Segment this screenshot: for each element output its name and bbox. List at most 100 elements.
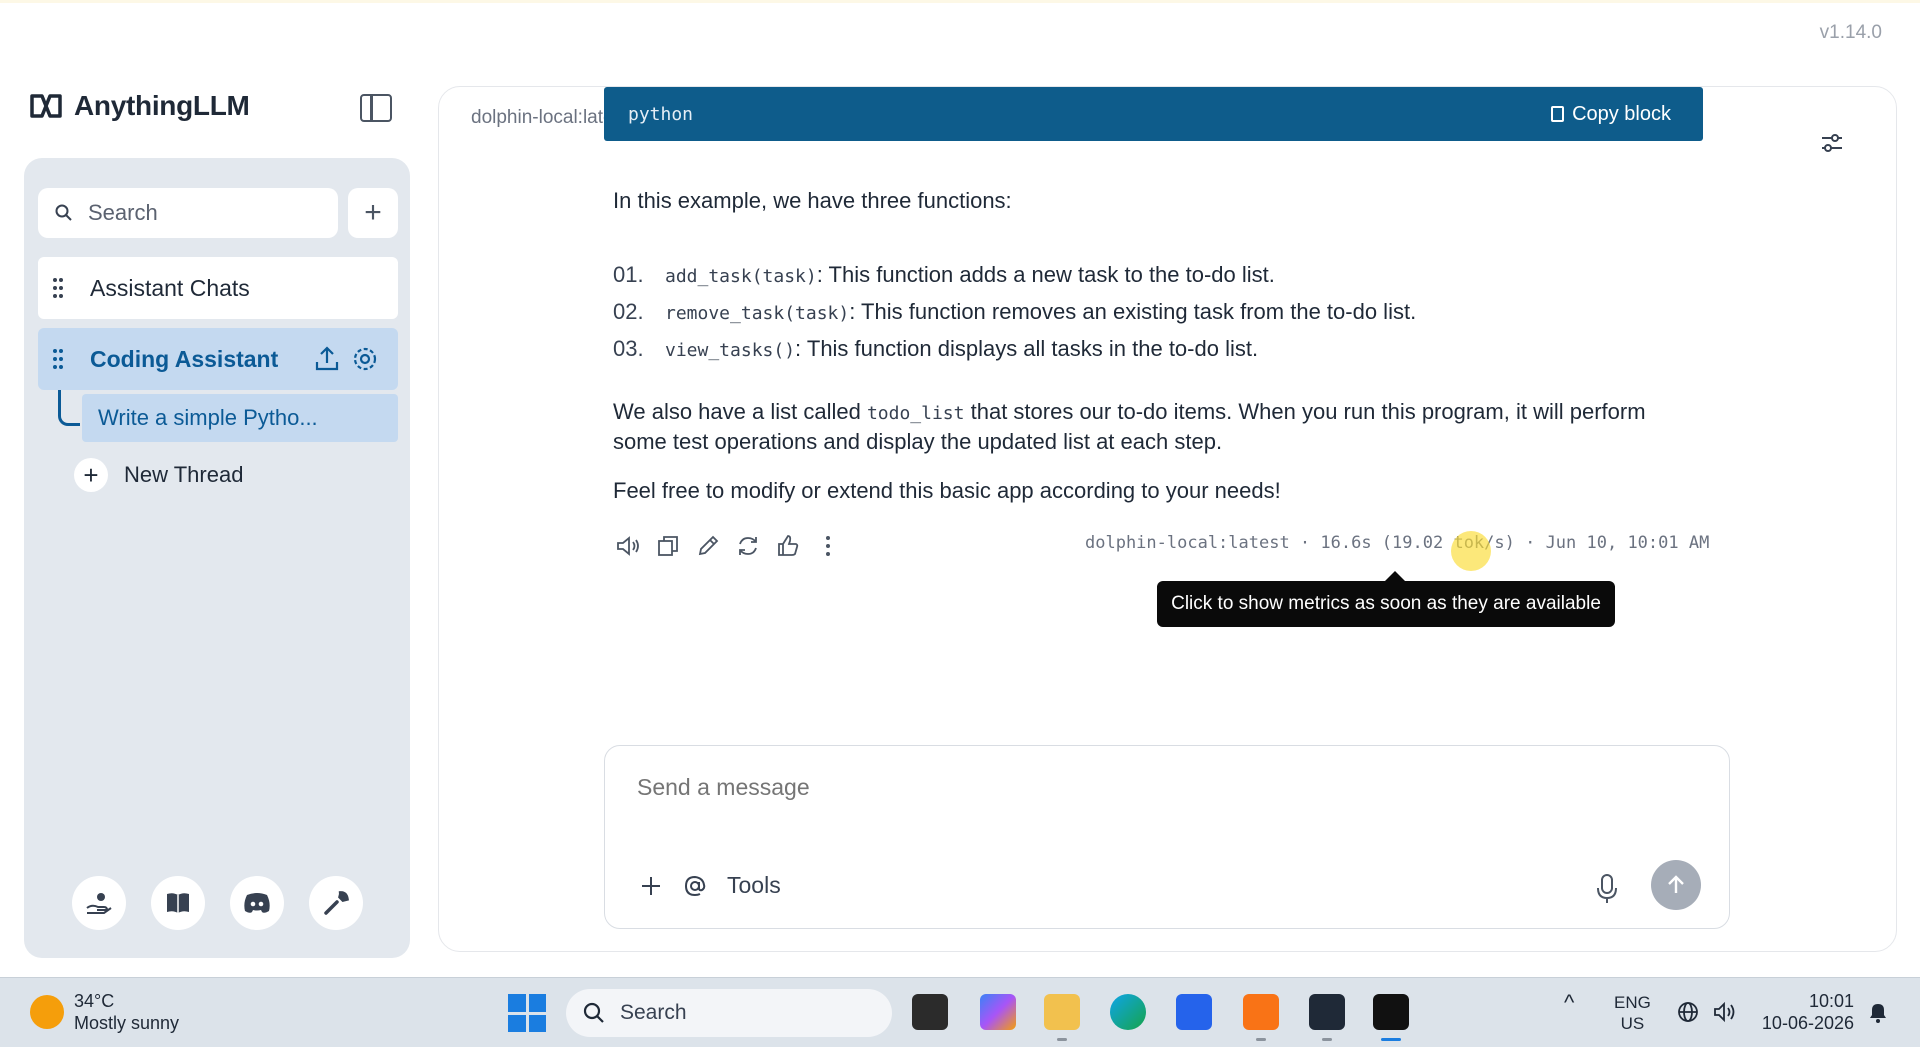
search-icon xyxy=(583,1002,604,1023)
chevron-up-icon[interactable]: ^ xyxy=(1564,992,1574,1014)
language-bottom: US xyxy=(1620,1014,1645,1033)
new-thread-button[interactable]: + New Thread xyxy=(74,458,243,492)
running-indicator xyxy=(1057,1038,1067,1041)
top-bar: v1.14.0 xyxy=(0,0,1920,60)
m365-icon[interactable] xyxy=(980,994,1016,1030)
copy-block-button[interactable]: Copy block xyxy=(1551,103,1671,126)
os-taskbar: 34°C Mostly sunny Search ^ ENG US 10:01 … xyxy=(0,977,1920,1047)
network-globe-icon[interactable] xyxy=(1676,1000,1700,1024)
edit-pencil-icon[interactable] xyxy=(695,533,721,559)
message-closing: Feel free to modify or extend this basic… xyxy=(613,478,1281,503)
more-options-icon[interactable] xyxy=(815,533,841,559)
list-number: 01. xyxy=(613,262,644,287)
upload-icon[interactable] xyxy=(312,344,342,374)
weather-widget[interactable]: 34°C Mostly sunny xyxy=(30,990,179,1034)
list-item: 02. remove_task(task): This function rem… xyxy=(613,299,1416,325)
function-desc: : This function removes an existing task… xyxy=(849,299,1417,324)
message-paragraph: We also have a list called todo_list tha… xyxy=(613,398,1693,456)
weather-desc: Mostly sunny xyxy=(74,1013,180,1033)
running-indicator xyxy=(1256,1038,1266,1041)
workspace-label: Coding Assistant xyxy=(90,345,279,372)
microphone-icon[interactable] xyxy=(1595,872,1619,906)
running-indicator xyxy=(1322,1038,1332,1041)
function-code: view_tasks() xyxy=(665,340,796,361)
plus-icon: + xyxy=(74,458,108,492)
list-number: 03. xyxy=(613,336,644,361)
text-to-speech-icon[interactable] xyxy=(615,533,641,559)
arrow-up-icon xyxy=(1668,875,1684,893)
community-hub-button[interactable] xyxy=(72,876,126,930)
workspace-item[interactable]: Assistant Chats xyxy=(38,257,398,319)
windows-start-icon[interactable] xyxy=(508,994,546,1032)
function-desc: : This function adds a new task to the t… xyxy=(816,262,1275,287)
sidebar: Search + Assistant Chats Coding Assistan… xyxy=(24,158,410,958)
workspace-item-active[interactable]: Coding Assistant xyxy=(38,328,398,390)
message-actions xyxy=(615,533,841,559)
mention-at-icon[interactable] xyxy=(683,874,707,898)
drag-handle-icon[interactable] xyxy=(52,348,64,370)
discord-icon xyxy=(244,893,270,913)
drag-handle-icon[interactable] xyxy=(52,277,64,299)
new-workspace-button[interactable]: + xyxy=(348,188,398,238)
docs-button[interactable] xyxy=(151,876,205,930)
sidebar-toggle-icon[interactable] xyxy=(360,94,392,122)
taskbar-search[interactable]: Search xyxy=(566,989,892,1037)
chat-panel: dolphin-local:latest python Copy block I… xyxy=(438,86,1897,952)
docs-book-icon xyxy=(167,893,189,913)
message-intro: In this example, we have three functions… xyxy=(613,188,1012,213)
function-code: add_task(task) xyxy=(665,266,817,287)
weather-temp: 34°C xyxy=(74,991,115,1011)
inline-code: todo_list xyxy=(866,403,965,424)
clock-time: 10:01 xyxy=(1808,991,1854,1011)
thread-item[interactable]: Write a simple Pytho... xyxy=(82,394,398,442)
thumbs-up-icon[interactable] xyxy=(775,533,801,559)
anythingllm-logo-icon xyxy=(30,94,62,118)
thread-connector xyxy=(58,390,80,426)
attach-plus-icon[interactable] xyxy=(639,874,663,898)
system-clock[interactable]: 10:01 10-06-2026 xyxy=(1762,990,1854,1034)
composer-toolbar: Tools xyxy=(639,872,781,899)
app-orange-icon[interactable] xyxy=(1243,994,1279,1030)
list-item: 01. add_task(task): This function adds a… xyxy=(613,262,1275,288)
edge-icon[interactable] xyxy=(1110,994,1146,1030)
settings-wrench-icon xyxy=(324,891,349,915)
plus-icon: + xyxy=(364,196,382,229)
function-code: remove_task(task) xyxy=(665,303,850,324)
response-metrics[interactable]: dolphin-local:latest · 16.6s (19.02 tok/… xyxy=(1085,533,1709,553)
copy-icon[interactable] xyxy=(655,533,681,559)
workspace-search-input[interactable]: Search xyxy=(38,188,338,238)
message-input[interactable] xyxy=(637,774,1537,801)
file-explorer-dark-icon[interactable] xyxy=(912,994,948,1030)
settings-button[interactable] xyxy=(309,876,363,930)
code-block-header: python Copy block xyxy=(604,87,1703,141)
chat-settings-sliders-icon[interactable] xyxy=(1818,129,1846,157)
sidebar-footer xyxy=(72,876,363,930)
search-label: Search xyxy=(88,200,158,225)
regenerate-icon[interactable] xyxy=(735,533,761,559)
active-indicator xyxy=(1381,1038,1401,1041)
thread-label: Write a simple Pytho... xyxy=(98,405,318,430)
tools-button[interactable]: Tools xyxy=(727,872,781,899)
function-desc: : This function displays all tasks in th… xyxy=(795,336,1259,361)
cursor-highlight xyxy=(1451,531,1491,571)
anythingllm-taskbar-icon[interactable] xyxy=(1373,994,1409,1030)
list-number: 02. xyxy=(613,299,644,324)
clipboard-icon xyxy=(1551,106,1565,122)
discord-button[interactable] xyxy=(230,876,284,930)
search-icon xyxy=(55,204,72,221)
gear-icon[interactable] xyxy=(350,344,380,374)
clock-date: 10-06-2026 xyxy=(1761,1013,1854,1033)
version-label: v1.14.0 xyxy=(1819,22,1882,43)
volume-icon[interactable] xyxy=(1712,1000,1738,1024)
paragraph-text: We also have a list called xyxy=(613,399,867,424)
new-thread-label: New Thread xyxy=(124,462,244,487)
folder-icon[interactable] xyxy=(1044,994,1080,1030)
language-indicator[interactable]: ENG US xyxy=(1614,992,1651,1034)
store-icon[interactable] xyxy=(1176,994,1212,1030)
list-item: 03. view_tasks(): This function displays… xyxy=(613,336,1258,362)
terminal-icon[interactable] xyxy=(1309,994,1345,1030)
brand: AnythingLLM xyxy=(28,88,250,124)
send-button[interactable] xyxy=(1651,860,1701,910)
message-composer: Tools xyxy=(604,745,1730,929)
notification-icon[interactable] xyxy=(1866,1000,1890,1024)
